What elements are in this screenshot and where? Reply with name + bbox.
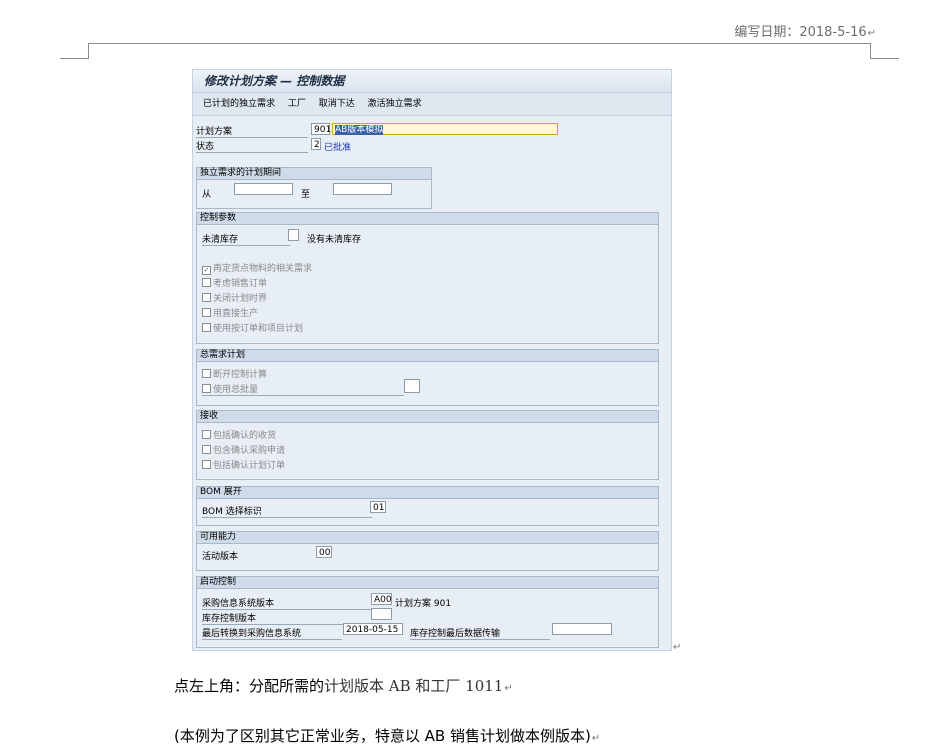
header-rule-left-tick <box>88 43 89 59</box>
bom-selection-input[interactable]: 01 <box>370 501 386 513</box>
last-transfer-input[interactable]: 2018-05-15 <box>343 623 403 635</box>
checkbox-confirmed-purchase-req[interactable]: 包含确认采购申请 <box>202 443 285 456</box>
sap-toolbar: 已计划的独立需求 工厂 取消下达 激活独立需求 <box>193 93 671 116</box>
return-mark: ↵ <box>591 733 601 744</box>
document-date: 编写日期：2018-5-16↵ <box>734 25 876 40</box>
stock-last-transfer-input[interactable] <box>552 623 612 635</box>
checkbox-label: 考虑销售订单 <box>213 279 268 289</box>
checkbox-check-icon: ✓ <box>202 266 211 275</box>
sap-screenshot: 修改计划方案 — 控制数据 已计划的独立需求 工厂 取消下达 激活独立需求 计划… <box>192 69 672 651</box>
return-mark: ↵ <box>867 28 876 39</box>
checkbox-order-project-planning[interactable]: 使用按订单和项目计划 <box>202 321 303 334</box>
status-text: 已批准 <box>324 143 352 153</box>
checkbox-label: 使用总批量 <box>213 385 259 395</box>
capacity-title: 可用能力 <box>197 532 658 544</box>
stock-control-version-input[interactable] <box>371 608 392 620</box>
plan-scheme-number[interactable]: 901 <box>311 123 331 135</box>
period-from-label: 从 <box>202 190 212 200</box>
toolbar-planned-independent-req[interactable]: 已计划的独立需求 <box>203 99 275 109</box>
plan-scheme-name: AB版本模拟 <box>335 125 384 135</box>
checkbox-confirmed-planned-order[interactable]: 包括确认计划订单 <box>202 458 285 471</box>
checkbox-label: 断开控制计算 <box>213 370 268 380</box>
return-mark: ↵ <box>504 683 513 694</box>
instruction-line-1: 点左上角：分配所需的计划版本 AB 和工厂 1011↵ <box>174 675 513 696</box>
purchase-info-version-input[interactable]: A00 <box>371 593 392 605</box>
receipt-title: 接收 <box>197 411 658 423</box>
checkbox-sales-orders[interactable]: 考虑销售订单 <box>202 276 267 289</box>
header-rule-right-tick <box>870 43 871 59</box>
checkbox-confirmed-receipt[interactable]: 包括确认的收货 <box>202 428 276 441</box>
instruction-line-1-b: 计划版本 AB 和工厂 1011 <box>324 677 504 695</box>
period-to-label: 至 <box>301 190 311 200</box>
toolbar-activate-independent-req[interactable]: 激活独立需求 <box>368 99 422 109</box>
open-stock-input[interactable] <box>288 229 299 241</box>
header-rule-right-foot <box>870 58 899 59</box>
checkbox-label: 包含确认采购申请 <box>213 446 286 456</box>
period-group-title: 独立需求的计划期间 <box>197 168 431 180</box>
active-version-input[interactable]: 00 <box>316 546 332 558</box>
period-from-input[interactable] <box>234 183 293 195</box>
plan-scheme-label: 计划方案 <box>196 124 308 138</box>
checkbox-label: 关闭计划时界 <box>213 294 268 304</box>
checkbox-total-lot[interactable]: 使用总批量 <box>202 382 404 396</box>
instruction-line-2: (本例为了区别其它正常业务，特意以 AB 销售计划做本例版本)↵ <box>174 725 600 746</box>
purchase-info-version-label: 采购信息系统版本 <box>202 596 372 610</box>
checkbox-label: 再定货点物料的相关需求 <box>213 264 313 274</box>
return-mark: ↵ <box>673 642 682 653</box>
purchase-info-version-text: 计划方案 901 <box>395 599 452 609</box>
checkbox-label: 用直接生产 <box>213 309 259 319</box>
trigger-title: 启动控制 <box>197 577 658 589</box>
instruction-line-2-text: (本例为了区别其它正常业务，特意以 AB 销售计划做本例版本) <box>174 727 591 745</box>
open-stock-text: 没有未清库存 <box>307 235 362 245</box>
control-params-title: 控制参数 <box>197 213 658 225</box>
stock-last-transfer-label: 库存控制最后数据传输 <box>410 626 550 640</box>
checkbox-label: 包括确认计划订单 <box>213 461 286 471</box>
total-lot-input[interactable] <box>404 379 420 393</box>
status-label: 状态 <box>196 139 308 153</box>
checkbox-label: 使用按订单和项目计划 <box>213 324 304 334</box>
period-group: 独立需求的计划期间 <box>196 167 432 209</box>
header-rule <box>88 43 870 44</box>
plan-scheme-name-field[interactable]: AB版本模拟 <box>332 123 558 135</box>
checkbox-direct-production[interactable]: 用直接生产 <box>202 306 258 319</box>
toolbar-plant[interactable]: 工厂 <box>288 99 306 109</box>
capacity-group: 可用能力 <box>196 531 659 571</box>
open-stock-label: 未清库存 <box>202 232 290 246</box>
total-req-title: 总需求计划 <box>197 350 658 362</box>
header-rule-left-foot <box>60 58 89 59</box>
checkbox-label: 包括确认的收货 <box>213 431 277 441</box>
last-transfer-label: 最后转换到采购信息系统 <box>202 626 342 640</box>
sap-window-title: 修改计划方案 — 控制数据 <box>193 70 671 93</box>
bom-selection-label: BOM 选择标识 <box>202 504 372 518</box>
checkbox-reorder-point[interactable]: ✓ 再定货点物料的相关需求 <box>202 261 312 275</box>
status-value[interactable]: 2 <box>311 138 321 150</box>
checkbox-planning-fence[interactable]: 关闭计划时界 <box>202 291 267 304</box>
period-to-input[interactable] <box>333 183 392 195</box>
bom-title: BOM 展开 <box>197 487 658 499</box>
instruction-line-1-a: 点左上角：分配所需的 <box>174 677 325 695</box>
active-version-label: 活动版本 <box>202 552 239 562</box>
toolbar-cancel-release[interactable]: 取消下达 <box>319 99 355 109</box>
checkbox-control-calc[interactable]: 断开控制计算 <box>202 367 267 380</box>
